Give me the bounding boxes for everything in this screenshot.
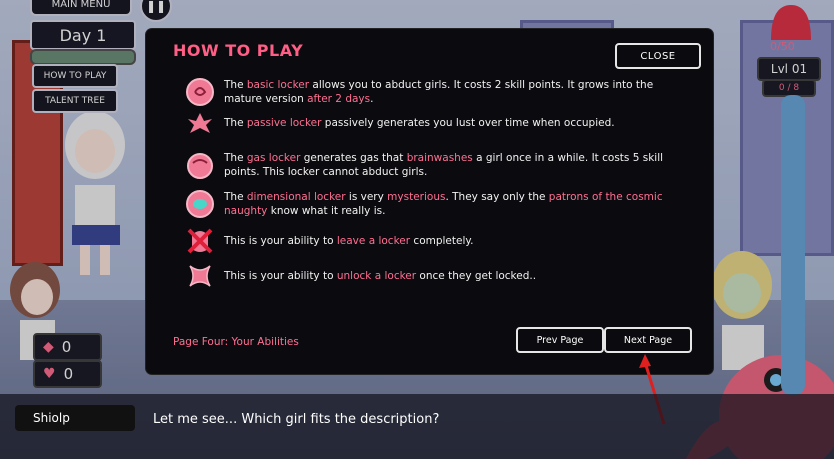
prev-page-button[interactable]: Prev Page bbox=[516, 327, 604, 353]
passive-locker-icon bbox=[188, 113, 212, 133]
row-text: This is your ability to leave a locker c… bbox=[224, 235, 474, 247]
row-text: This is your ability to unlock a locker … bbox=[224, 270, 537, 282]
page-label: Page Four: Your Abilities bbox=[173, 336, 299, 348]
row-text: The dimensional locker is very mysteriou… bbox=[224, 191, 663, 217]
list-item: The dimensional locker is very mysteriou… bbox=[184, 188, 684, 220]
basic-locker-icon bbox=[186, 78, 214, 106]
row-text: The passive locker passively generates y… bbox=[224, 117, 615, 129]
list-item: The passive locker passively generates y… bbox=[184, 107, 684, 139]
how-to-play-modal: HOW TO PLAY CLOSE The basic locker allow… bbox=[146, 29, 713, 374]
close-button[interactable]: CLOSE bbox=[615, 43, 701, 69]
gas-locker-icon bbox=[187, 153, 213, 179]
dialogue-text: Let me see... Which girl fits the descri… bbox=[153, 412, 440, 427]
list-item: The basic locker allows you to abduct gi… bbox=[184, 76, 684, 108]
list-item: This is your ability to leave a locker c… bbox=[184, 225, 684, 257]
dimensional-locker-icon bbox=[186, 190, 214, 218]
next-page-button[interactable]: Next Page bbox=[604, 327, 692, 353]
list-item: The gas locker generates gas that brainw… bbox=[184, 149, 684, 181]
row-text: The gas locker generates gas that brainw… bbox=[224, 152, 664, 178]
unlock-locker-icon bbox=[189, 265, 211, 287]
row-text: The basic locker allows you to abduct gi… bbox=[224, 79, 654, 105]
modal-title: HOW TO PLAY bbox=[173, 41, 304, 60]
list-item: This is your ability to unlock a locker … bbox=[184, 260, 684, 292]
leave-locker-icon bbox=[187, 228, 213, 254]
speaker-name: Shiolp bbox=[15, 405, 135, 431]
